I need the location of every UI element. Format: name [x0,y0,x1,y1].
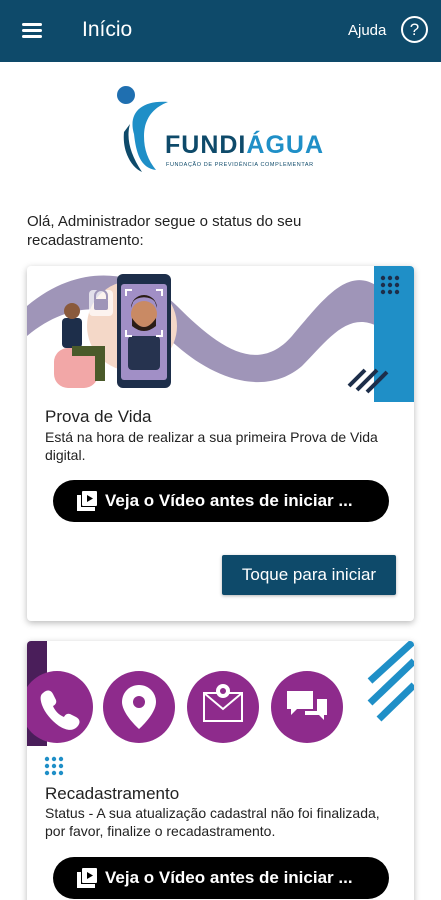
menu-icon[interactable] [18,18,48,44]
page-title: Início [82,18,133,41]
start-button[interactable]: Toque para iniciar [222,555,396,595]
watch-video-label: Veja o Vídeo antes de iniciar ... [105,491,353,510]
card-description: Está na hora de realizar a sua primeira … [45,429,378,463]
app-bar: Início Ajuda ? [0,0,441,62]
help-link[interactable]: Ajuda [348,22,386,39]
logo-wordmark: FUNDIÁGUA [165,131,324,159]
card-title: Prova de Vida [45,407,152,426]
video-library-icon [77,868,97,888]
logo-swoosh-icon [117,86,168,172]
card-description: Status - A sua atualização cadastral não… [45,805,380,839]
help-icon[interactable]: ? [401,16,428,43]
card-prova-de-vida: Prova de Vida Está na hora de realizar a… [27,266,414,621]
recadastramento-illustration [27,641,414,776]
fundiagua-logo: FUNDIÁGUA FUNDAÇÃO DE PREVIDÊNCIA COMPLE… [110,84,335,184]
watch-video-label: Veja o Vídeo antes de iniciar ... [105,868,353,887]
logo-tagline: FUNDAÇÃO DE PREVIDÊNCIA COMPLEMENTAR [166,162,314,168]
video-library-icon [77,491,97,511]
card-recadastramento: Recadastramento Status - A sua atualizaç… [27,641,414,900]
greeting-text: Olá, Administrador segue o status do seu… [27,213,302,249]
watch-video-button[interactable]: Veja o Vídeo antes de iniciar ... [53,480,389,522]
card-title: Recadastramento [45,784,180,803]
prova-de-vida-illustration [27,266,414,402]
watch-video-button[interactable]: Veja o Vídeo antes de iniciar ... [53,857,389,899]
